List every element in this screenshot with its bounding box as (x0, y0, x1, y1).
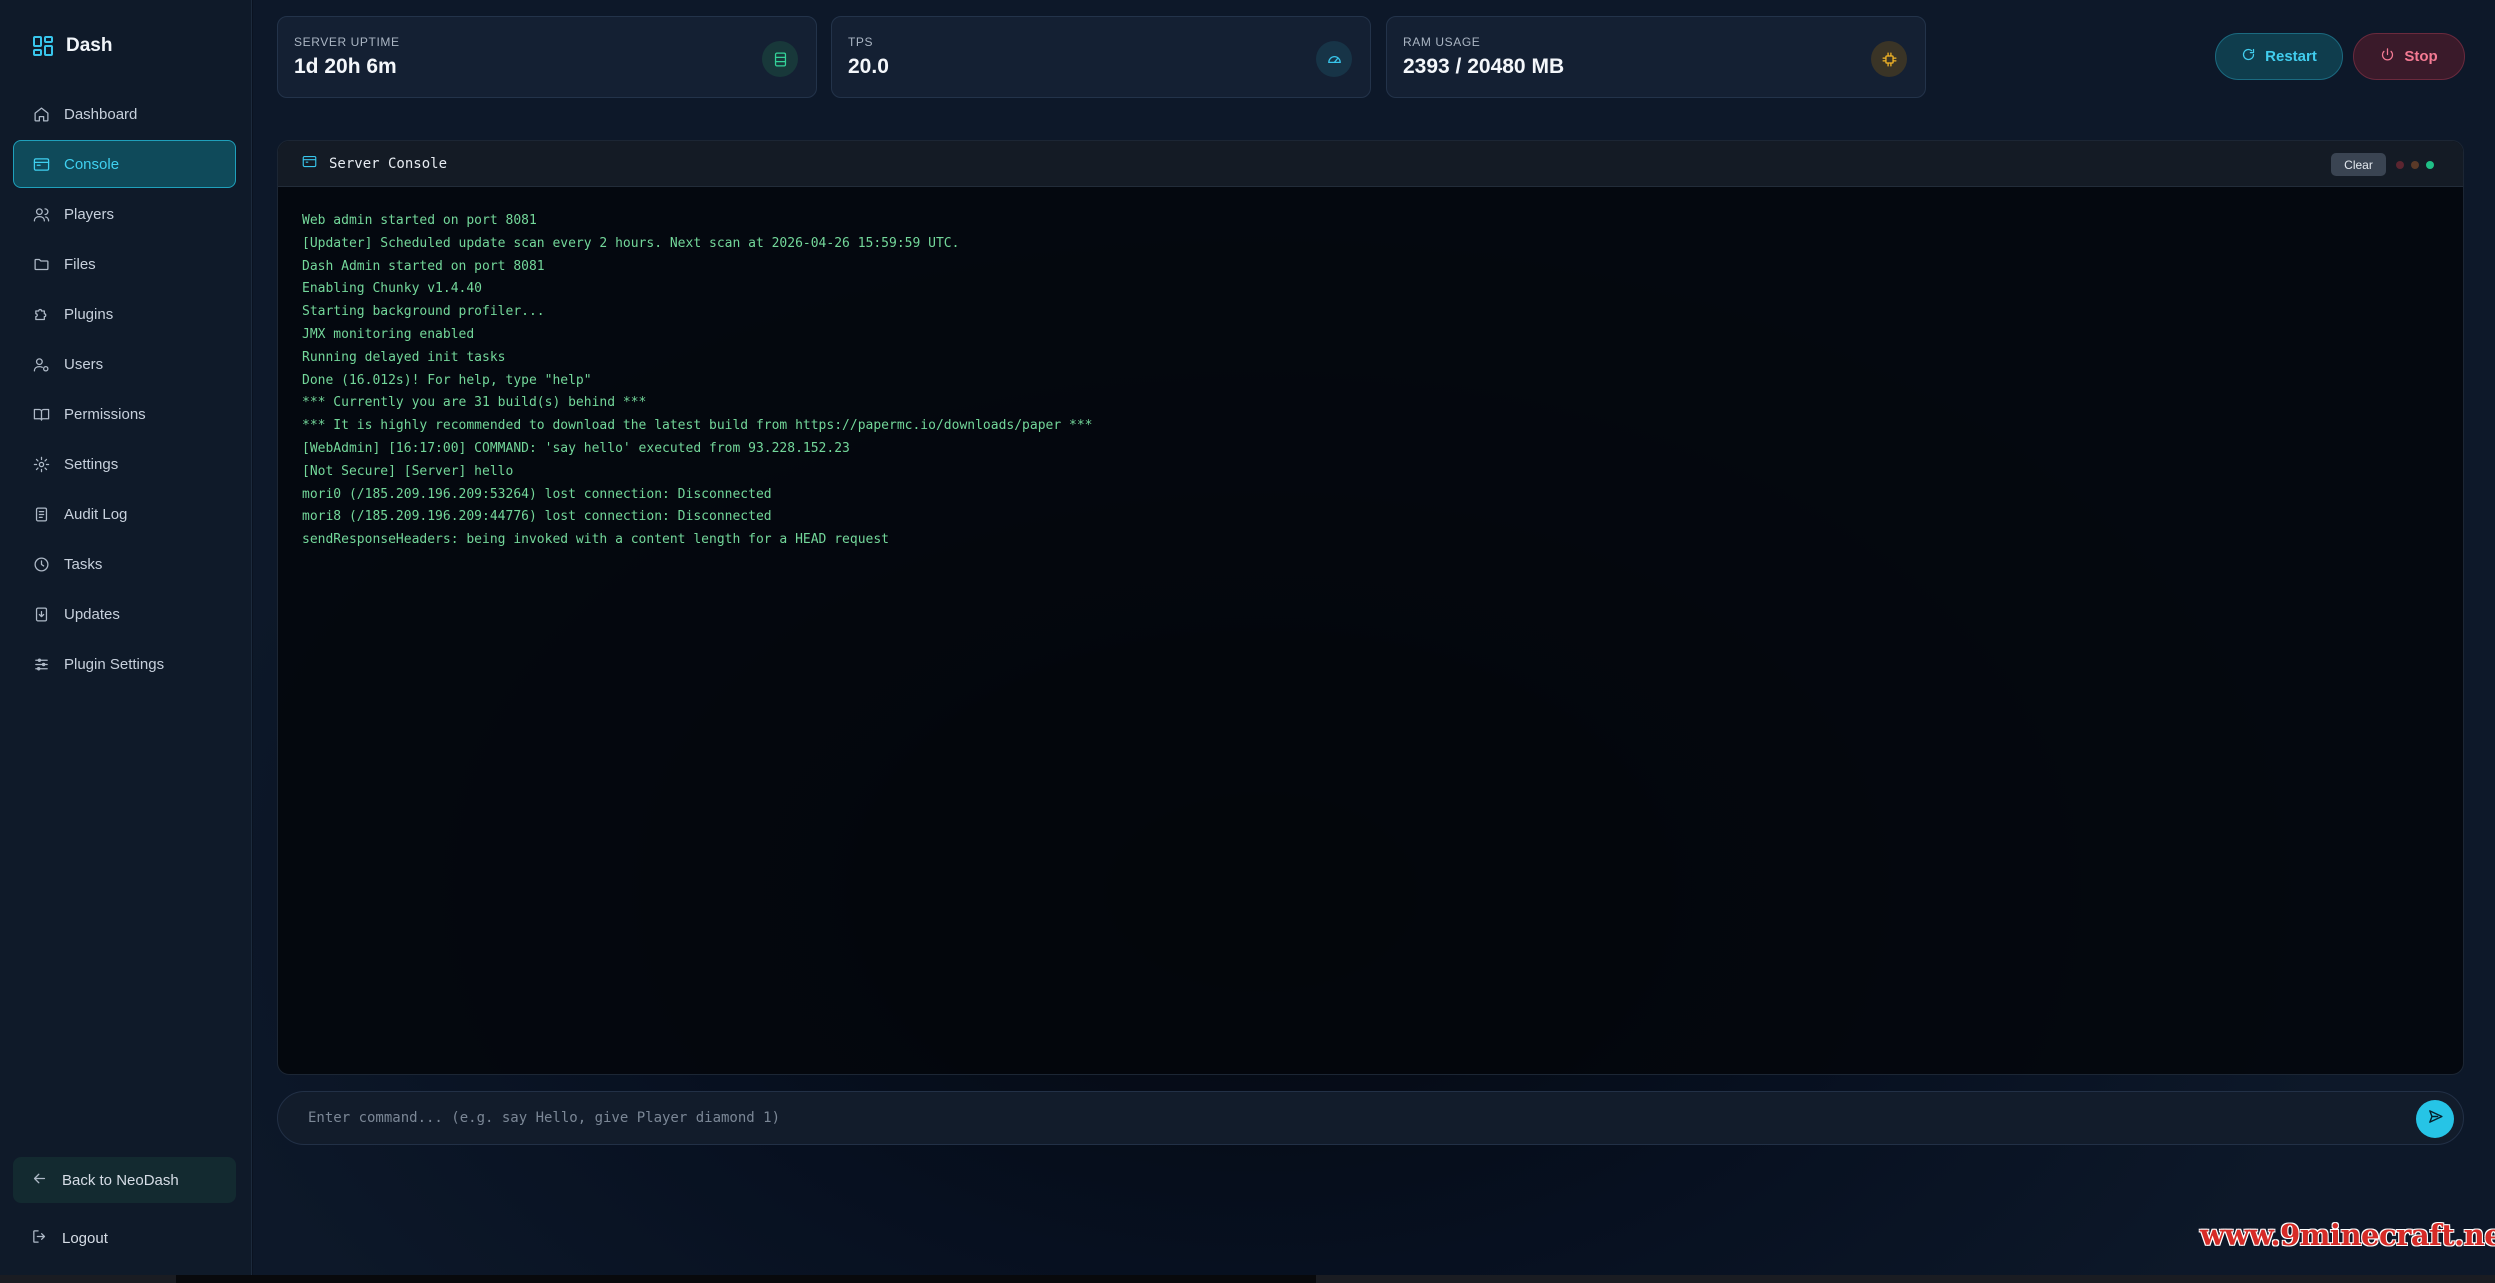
sidebar-item-users[interactable]: Users (13, 340, 236, 388)
log-line: [WebAdmin] [16:17:00] COMMAND: 'say hell… (302, 440, 850, 456)
console-log: Web admin started on port 8081 [Updater]… (302, 210, 1093, 552)
sidebar-item-label: Plugins (64, 305, 114, 323)
stat-card-tps: TPS 20.0 (831, 16, 1371, 98)
log-line: Dash Admin started on port 8081 (302, 258, 545, 274)
sidebar: Dash Dashboard Console Players Files Plu… (0, 0, 252, 1283)
sidebar-item-settings[interactable]: Settings (13, 440, 236, 488)
stat-label: TPS (848, 35, 874, 49)
server-console: Server Console Clear Web admin started o… (277, 140, 2464, 1075)
brand[interactable]: Dash (32, 32, 112, 60)
stat-value: 2393 / 20480 MB (1403, 55, 1565, 78)
sidebar-item-label: Users (64, 355, 104, 373)
stat-label: RAM USAGE (1403, 35, 1481, 49)
sidebar-item-label: Tasks (64, 555, 103, 573)
send-button[interactable] (2416, 1100, 2454, 1138)
log-line: Web admin started on port 8081 (302, 213, 537, 228)
restart-label: Restart (2265, 48, 2317, 65)
log-line: [Updater] Scheduled update scan every 2 … (302, 235, 960, 251)
book-icon (32, 405, 50, 423)
gear-icon (32, 455, 50, 473)
main-content: SERVER UPTIME 1d 20h 6m TPS 20.0 RAM USA… (253, 0, 2495, 1275)
bottom-strip (0, 1275, 2495, 1283)
sidebar-item-dashboard[interactable]: Dashboard (13, 90, 236, 138)
sidebar-item-label: Dashboard (64, 105, 138, 123)
logout-icon (31, 1228, 48, 1249)
user-cog-icon (32, 355, 50, 373)
terminal-icon (302, 154, 317, 174)
sidebar-item-tasks[interactable]: Tasks (13, 540, 236, 588)
folder-icon (32, 255, 50, 273)
sidebar-item-label: Audit Log (64, 505, 128, 523)
sidebar-item-updates[interactable]: Updates (13, 590, 236, 638)
log-line: mori0 (/185.209.196.209:53264) lost conn… (302, 486, 772, 502)
log-line: Running delayed init tasks (302, 349, 506, 365)
log-line: sendResponseHeaders: being invoked with … (302, 532, 889, 548)
log-line: Starting background profiler... (302, 304, 545, 320)
command-input[interactable] (308, 1092, 2358, 1144)
stop-label: Stop (2404, 48, 2438, 65)
users-icon (32, 205, 50, 223)
puzzle-icon (32, 305, 50, 323)
watermark-logo: www.9minecraft.net (2200, 1218, 2495, 1252)
log-line: *** It is highly recommended to download… (302, 418, 1093, 434)
sidebar-item-files[interactable]: Files (13, 240, 236, 288)
log-line: Done (16.012s)! For help, type "help" (302, 372, 592, 388)
sidebar-item-label: Players (64, 205, 115, 223)
sidebar-item-console[interactable]: Console (13, 140, 236, 188)
terminal-icon (32, 155, 50, 173)
chip-icon (1871, 41, 1907, 77)
logout-label: Logout (62, 1229, 108, 1247)
gauge-icon (1316, 41, 1352, 77)
sidebar-item-label: Updates (64, 605, 120, 623)
command-bar (277, 1091, 2464, 1145)
stat-value: 20.0 (848, 55, 889, 78)
stat-card-uptime: SERVER UPTIME 1d 20h 6m (277, 16, 817, 98)
window-dot-amber (2411, 161, 2419, 169)
sidebar-item-audit-log[interactable]: Audit Log (13, 490, 236, 538)
sidebar-item-players[interactable]: Players (13, 190, 236, 238)
sidebar-item-label: Settings (64, 455, 119, 473)
download-icon (32, 605, 50, 623)
sidebar-item-permissions[interactable]: Permissions (13, 390, 236, 438)
back-to-neodash-button[interactable]: Back to NeoDash (13, 1157, 236, 1203)
send-icon (2427, 1108, 2444, 1130)
stat-card-ram: RAM USAGE 2393 / 20480 MB (1386, 16, 1926, 98)
sidebar-item-plugins[interactable]: Plugins (13, 290, 236, 338)
arrow-left-icon (31, 1170, 48, 1191)
log-line: mori8 (/185.209.196.209:44776) lost conn… (302, 509, 772, 525)
back-label: Back to NeoDash (62, 1171, 179, 1189)
sidebar-item-label: Files (64, 255, 96, 273)
sidebar-item-label: Console (64, 155, 120, 173)
log-line: *** Currently you are 31 build(s) behind… (302, 395, 647, 411)
log-line: Enabling Chunky v1.4.40 (302, 281, 483, 297)
sidebar-item-plugin-settings[interactable]: Plugin Settings (13, 640, 236, 688)
stop-button[interactable]: Stop (2353, 33, 2465, 80)
server-icon (762, 41, 798, 77)
window-dot-green (2426, 161, 2434, 169)
clipboard-icon (32, 505, 50, 523)
console-header: Server Console (278, 141, 2463, 187)
logout-button[interactable]: Logout (13, 1215, 236, 1261)
home-icon (32, 105, 50, 123)
restart-button[interactable]: Restart (2215, 33, 2343, 80)
app-name: Dash (66, 35, 113, 56)
stat-label: SERVER UPTIME (294, 35, 400, 49)
dashboard-grid-icon (32, 35, 54, 57)
stat-value: 1d 20h 6m (294, 55, 397, 78)
clear-button[interactable]: Clear (2331, 153, 2386, 176)
sidebar-nav: Dashboard Console Players Files Plugins … (13, 90, 236, 690)
clock-icon (32, 555, 50, 573)
power-icon (2380, 47, 2395, 66)
log-line: JMX monitoring enabled (302, 326, 475, 342)
sidebar-item-label: Plugin Settings (64, 655, 165, 673)
window-dot-red (2396, 161, 2404, 169)
sliders-icon (32, 655, 50, 673)
sidebar-item-label: Permissions (64, 405, 146, 423)
log-line: [Not Secure] [Server] hello (302, 463, 514, 479)
refresh-icon (2241, 47, 2256, 66)
console-title: Server Console (329, 155, 448, 172)
